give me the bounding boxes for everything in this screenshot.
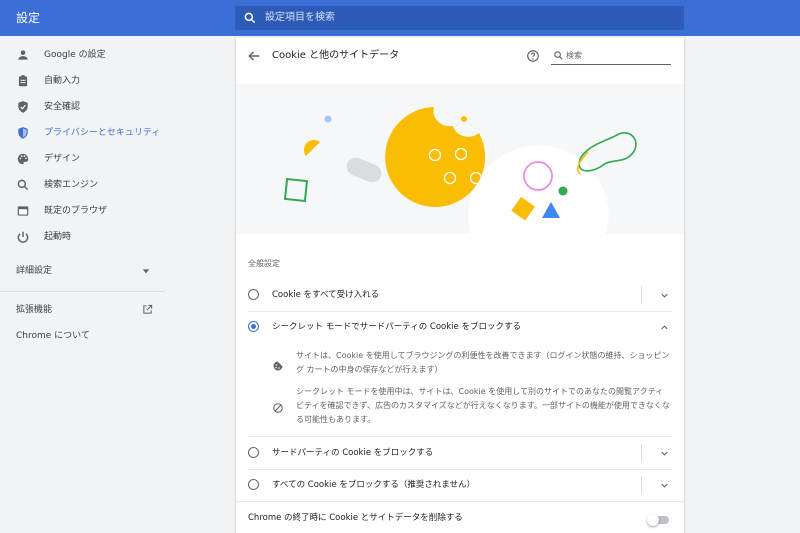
settings-search-input[interactable]: 設定項目を検索 [235,6,684,30]
sidebar-item-default-browser[interactable]: 既定のブラウザ [0,198,165,224]
cookies-settings-panel: Cookie と他のサイトデータ 検索 全般設定 Cookie をすべて受け入れ… [236,38,684,533]
person-icon [18,50,28,60]
sidebar-item-label: 検索エンジン [44,180,99,190]
page-title: Cookie と他のサイトデータ [272,50,400,61]
option-label: シークレット モードでサードパーティの Cookie をブロックする [272,322,521,332]
radio-button-selected[interactable] [248,321,259,332]
option-block-third-party[interactable]: サードパーティの Cookie をブロックする [236,438,684,468]
sidebar-item-google[interactable]: Google の設定 [0,42,165,68]
sidebar-item-extensions[interactable]: 拡張機能 [16,297,156,323]
row-separator [641,286,642,304]
block-icon [273,403,283,413]
sidebar-advanced-label: 詳細設定 [16,266,53,276]
sidebar-item-about[interactable]: Chrome について [16,323,90,349]
sidebar-item-appearance[interactable]: デザイン [0,146,165,172]
sidebar-item-autofill[interactable]: 自動入力 [0,68,165,94]
chevron-up-icon[interactable] [659,322,670,333]
clipboard-icon [18,75,28,87]
clear-on-exit-label: Chrome の終了時に Cookie とサイトデータを削除する [248,513,463,523]
row-separator [641,476,642,494]
back-arrow-icon[interactable] [246,48,262,64]
sidebar-item-search-engine[interactable]: 検索エンジン [0,172,165,198]
search-icon [17,179,29,191]
option-block-third-party-incognito[interactable]: シークレット モードでサードパーティの Cookie をブロックする [236,312,684,342]
cookie-icon [273,361,283,371]
sidebar-about-label: Chrome について [16,331,90,341]
row-divider [236,501,684,502]
shield-icon [18,127,28,139]
sidebar-item-safety-check[interactable]: 安全確認 [0,94,165,120]
help-icon[interactable] [526,49,540,63]
search-placeholder: 設定項目を検索 [265,12,335,23]
radio-button[interactable] [248,447,259,458]
row-divider [248,436,672,437]
clear-on-exit-row: Chrome の終了時に Cookie とサイトデータを削除する [236,503,684,533]
sidebar-item-on-startup[interactable]: 起動時 [0,224,165,250]
toggle-knob [647,514,659,526]
top-bar: 設定 設定項目を検索 [0,0,800,36]
cookies-illustration [236,84,684,234]
option-label: サードパーティの Cookie をブロックする [272,448,434,458]
sidebar-item-label: 起動時 [44,232,72,242]
open-in-new-icon [143,304,153,314]
option-label: Cookie をすべて受け入れる [272,290,380,300]
app-title: 設定 [16,11,41,25]
cookie-search-input[interactable]: 検索 [551,47,671,65]
sidebar-item-label: デザイン [44,154,81,164]
palette-icon [17,153,29,165]
option-label: すべての Cookie をブロックする（推奨されません） [272,480,476,490]
general-settings-heading: 全般設定 [248,259,280,268]
sidebar-item-label: プライバシーとセキュリティ [44,128,161,138]
sidebar-item-label: 既定のブラウザ [44,206,108,216]
sidebar-extensions-label: 拡張機能 [16,305,53,315]
shield-check-icon [18,101,28,113]
cookie-illustration-graphic [283,107,637,234]
radio-button[interactable] [248,479,259,490]
sidebar-item-privacy[interactable]: プライバシーとセキュリティ [0,120,165,146]
sidebar-advanced-toggle[interactable]: 詳細設定 [16,258,156,284]
caret-down-icon [142,269,150,274]
option-block-all-cookies[interactable]: すべての Cookie をブロックする（推奨されません） [236,470,684,500]
chevron-down-icon[interactable] [659,290,670,301]
cookie-usage-description: サイトは、Cookie を使用してブラウジングの利便性を改善できます（ログイン状… [296,351,670,374]
cookie-search-placeholder: 検索 [566,51,582,60]
row-separator [641,444,642,462]
sidebar-divider [0,291,165,292]
browser-icon [17,206,29,216]
sidebar-item-label: 自動入力 [44,76,81,86]
search-icon [554,51,563,60]
clear-on-exit-toggle[interactable] [647,514,669,526]
option-allow-all-cookies[interactable]: Cookie をすべて受け入れる [236,280,684,310]
panel-header: Cookie と他のサイトデータ 検索 [236,38,684,74]
search-icon [244,12,256,24]
chevron-down-icon[interactable] [659,448,670,459]
sidebar: Google の設定 自動入力 安全確認 プライバシーとセキュリティ デザイン [0,36,165,533]
radio-button[interactable] [248,289,259,300]
power-icon [17,231,29,243]
sidebar-item-label: 安全確認 [44,102,81,112]
incognito-description: シークレット モードを使用中は、サイトは、Cookie を使用して別のサイトでの… [296,387,670,424]
chevron-down-icon[interactable] [659,480,670,491]
sidebar-item-label: Google の設定 [44,50,106,60]
